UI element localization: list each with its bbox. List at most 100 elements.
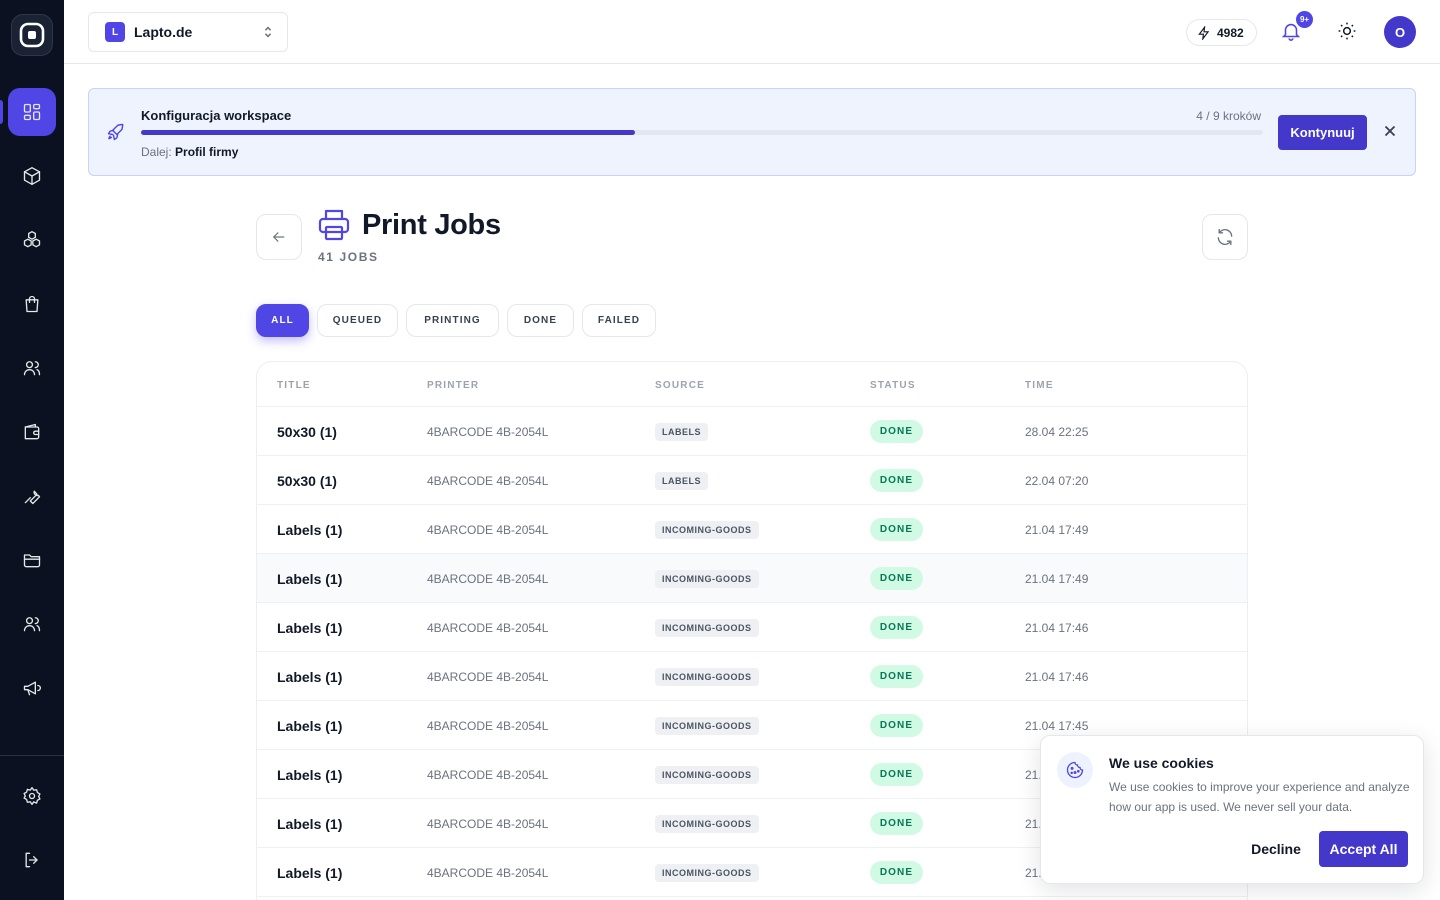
job-printer: 4BARCODE 4B-2054L (427, 425, 549, 439)
table-row[interactable]: Labels (1) 4BARCODE 4B-2054L INCOMING-GO… (257, 505, 1247, 554)
shopping-bag-icon (25, 295, 39, 313)
tab-all[interactable]: ALL (256, 304, 309, 337)
close-icon (1384, 125, 1396, 137)
rocket-icon (106, 122, 128, 144)
banner-next-step: Dalej: Profil firmy (141, 145, 238, 159)
sidebar-item-finance[interactable] (8, 408, 56, 456)
credits-counter[interactable]: 4982 (1186, 19, 1257, 46)
setup-progress-bar (141, 130, 1263, 135)
column-header-title: TITLE (277, 380, 311, 391)
sidebar-item-marketing[interactable] (8, 664, 56, 712)
table-row[interactable]: Labels (1) 4BARCODE 4B-2054L INCOMING-GO… (257, 652, 1247, 701)
job-time: 21.04 17:46 (1025, 621, 1089, 635)
folder-icon (23, 554, 41, 568)
job-time: 21.04 17:45 (1025, 719, 1089, 733)
setup-banner: Konfiguracja workspace 4 / 9 kroków Dale… (88, 88, 1416, 176)
job-status-badge: DONE (870, 567, 923, 590)
table-row[interactable]: Labels (1) 4BARCODE 4B-2054L INCOMING-GO… (257, 603, 1247, 652)
job-time: 21.04 17:49 (1025, 572, 1089, 586)
arrow-left-icon (272, 232, 285, 242)
sidebar-item-files[interactable] (8, 536, 56, 584)
job-source-badge: INCOMING-GOODS (655, 815, 759, 833)
job-printer: 4BARCODE 4B-2054L (427, 572, 549, 586)
boxes-icon (23, 231, 41, 248)
chevron-up-down-icon (264, 26, 272, 38)
dashboard-icon (23, 103, 41, 121)
job-source-badge: INCOMING-GOODS (655, 717, 759, 735)
job-status-badge: DONE (870, 812, 923, 835)
sidebar-item-inventory[interactable] (8, 216, 56, 264)
job-time: 21.04 17:46 (1025, 670, 1089, 684)
theme-toggle[interactable] (1337, 21, 1359, 43)
job-status-badge: DONE (870, 616, 923, 639)
banner-steps: 4 / 9 kroków (1196, 109, 1261, 123)
job-source-badge: INCOMING-GOODS (655, 864, 759, 882)
job-title: Labels (1) (277, 522, 343, 538)
column-header-source: SOURCE (655, 380, 705, 391)
cookie-consent-dialog: We use cookies We use cookies to improve… (1040, 735, 1424, 884)
back-button[interactable] (256, 214, 302, 260)
lightning-icon (1198, 25, 1210, 40)
table-row[interactable]: Labels (1) 4BARCODE 4B-2054L INCOMING-GO… (257, 554, 1247, 603)
decline-cookies-button[interactable]: Decline (1241, 832, 1311, 866)
job-status-badge: DONE (870, 518, 923, 541)
job-time: 22.04 07:20 (1025, 474, 1089, 488)
job-title: Labels (1) (277, 571, 343, 587)
printer-icon (316, 207, 352, 243)
app-logo[interactable] (11, 14, 53, 56)
job-printer: 4BARCODE 4B-2054L (427, 523, 549, 537)
sidebar-item-tools[interactable] (8, 472, 56, 520)
job-title: Labels (1) (277, 865, 343, 881)
job-status-badge: DONE (870, 420, 923, 443)
job-title: Labels (1) (277, 718, 343, 734)
cookie-description: We use cookies to improve your experienc… (1109, 780, 1410, 814)
accept-cookies-button[interactable]: Accept All (1319, 831, 1408, 867)
sidebar-item-orders[interactable] (8, 280, 56, 328)
job-printer: 4BARCODE 4B-2054L (427, 621, 549, 635)
wrench-icon (24, 490, 41, 505)
sun-icon (1338, 22, 1356, 40)
megaphone-icon (23, 681, 41, 696)
logo-icon (19, 22, 45, 48)
settings-icon (23, 787, 41, 805)
table-row[interactable]: 50x30 (1) 4BARCODE 4B-2054L LABELS DONE … (257, 456, 1247, 505)
sidebar-item-dashboard[interactable] (0, 88, 56, 136)
continue-button[interactable]: Kontynuuj (1278, 115, 1367, 150)
job-printer: 4BARCODE 4B-2054L (427, 719, 549, 733)
column-header-printer: PRINTER (427, 380, 480, 391)
next-step-label: Dalej: (141, 145, 172, 159)
sidebar-item-settings[interactable] (8, 772, 56, 820)
close-banner-button[interactable] (1382, 123, 1400, 141)
job-status-badge: DONE (870, 469, 923, 492)
job-printer: 4BARCODE 4B-2054L (427, 866, 549, 880)
cookie-icon (1057, 752, 1093, 788)
sidebar-divider (0, 755, 64, 756)
job-title: Labels (1) (277, 816, 343, 832)
tab-failed[interactable]: FAILED (582, 304, 656, 337)
sidebar (0, 0, 64, 900)
workspace-selector[interactable]: L Lapto.de (88, 12, 288, 52)
credits-value: 4982 (1217, 25, 1244, 40)
notifications-button[interactable]: 9+ (1280, 11, 1313, 44)
job-source-badge: INCOMING-GOODS (655, 521, 759, 539)
users-icon (23, 361, 41, 376)
sidebar-item-products[interactable] (8, 152, 56, 200)
users-icon (23, 617, 41, 632)
tab-queued[interactable]: QUEUED (317, 304, 398, 337)
refresh-button[interactable] (1202, 214, 1248, 260)
job-title: 50x30 (1) (277, 473, 337, 489)
job-title: Labels (1) (277, 767, 343, 783)
wallet-icon (24, 423, 40, 440)
sidebar-item-customers[interactable] (8, 344, 56, 392)
sidebar-item-logout[interactable] (8, 836, 56, 884)
tab-done[interactable]: DONE (507, 304, 574, 337)
column-header-time: TIME (1025, 380, 1054, 391)
job-status-badge: DONE (870, 763, 923, 786)
tab-printing[interactable]: PRINTING (406, 304, 499, 337)
table-row[interactable]: 50x30 (1) 4BARCODE 4B-2054L LABELS DONE … (257, 407, 1247, 456)
user-avatar[interactable]: O (1384, 16, 1416, 48)
job-printer: 4BARCODE 4B-2054L (427, 817, 549, 831)
sidebar-item-team[interactable] (8, 600, 56, 648)
job-source-badge: INCOMING-GOODS (655, 668, 759, 686)
job-status-badge: DONE (870, 665, 923, 688)
